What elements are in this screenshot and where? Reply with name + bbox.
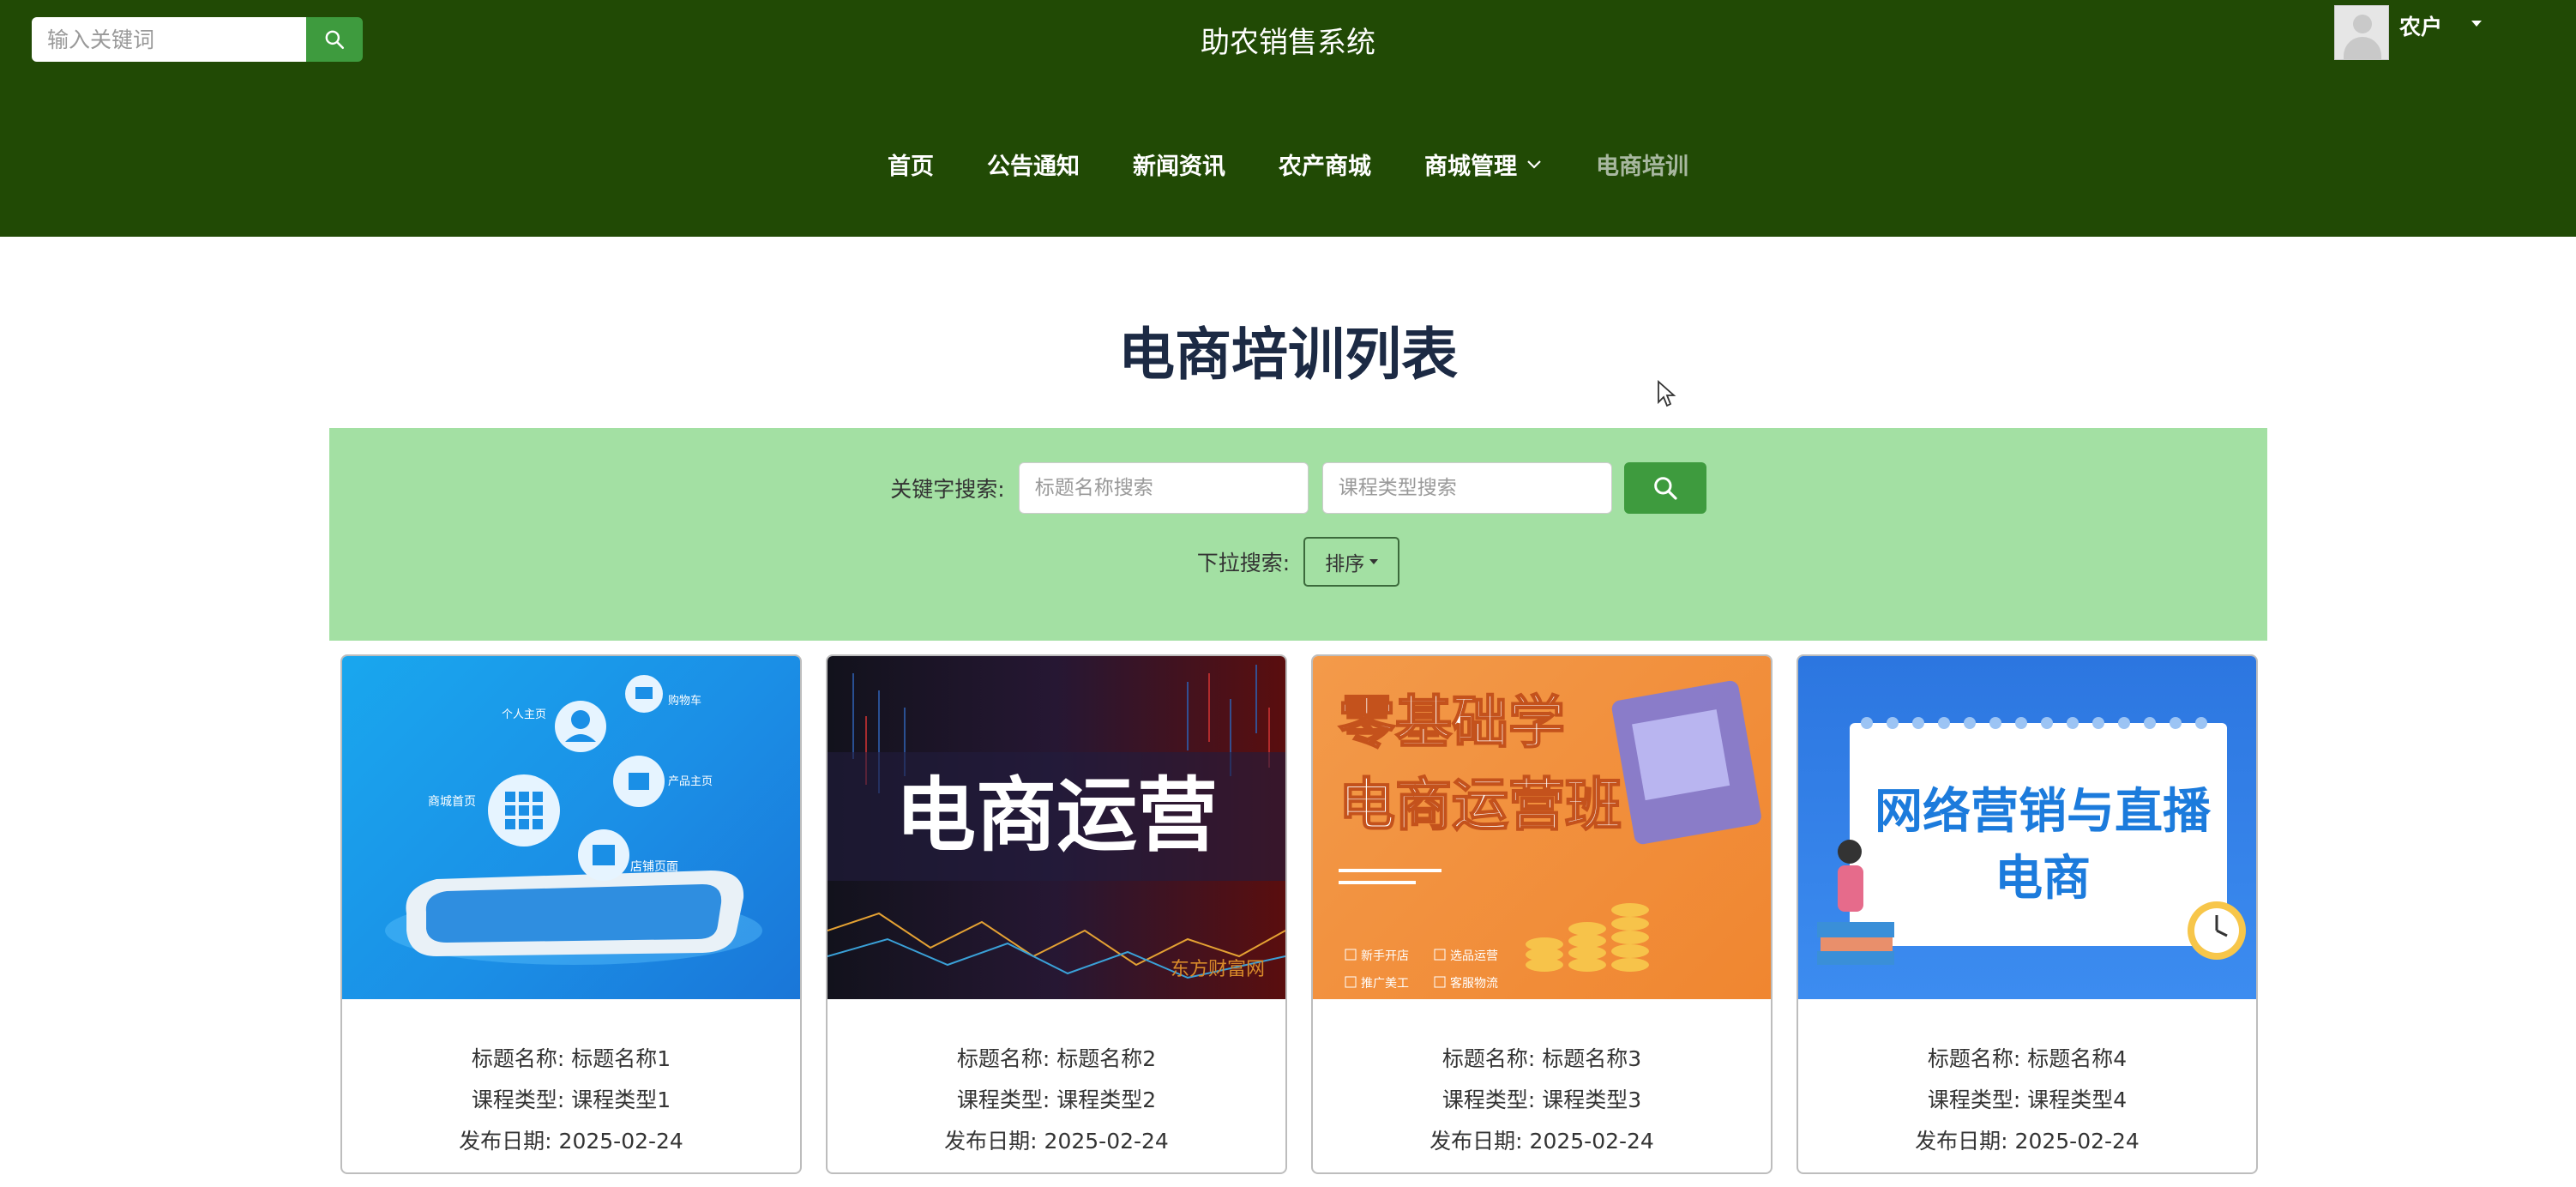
training-card-image[interactable]: 个人主页 购物车 商城首页 产品主页 店铺页面 xyxy=(342,656,800,999)
zero-basics-course-banner: 零基础学 电商运营班 新手开店 选品运营 推广美工 客服物流 xyxy=(1338,680,1761,991)
card-type-row: 课程类型: 课程类型3 xyxy=(1313,1080,1771,1121)
top-header: 助农销售系统 农户 首页 公告通知 新闻资讯 农产商城 商城管理 电商培训 xyxy=(0,0,2576,237)
card-title-row: 标题名称: 标题名称2 xyxy=(828,1039,1285,1080)
training-card-image[interactable]: 电商运营 东方财富网 xyxy=(828,656,1285,999)
card-date-row: 发布日期: 2025-02-24 xyxy=(1798,1121,2256,1162)
image-text: 零基础学 xyxy=(1339,690,1565,756)
nav-item-notices[interactable]: 公告通知 xyxy=(987,148,1080,181)
image-text: 产品主页 xyxy=(668,775,713,788)
image-text: 商城首页 xyxy=(428,795,476,809)
card-title-row: 标题名称: 标题名称1 xyxy=(342,1039,800,1080)
card-title-label: 标题名称: xyxy=(1441,1046,1536,1071)
training-card-info: 标题名称: 标题名称1 课程类型: 课程类型1 发布日期: 2025-02-24 xyxy=(342,999,800,1162)
card-title: 标题名称1 xyxy=(571,1046,671,1071)
nav-item-mall[interactable]: 农产商城 xyxy=(1279,148,1371,181)
card-title-label: 标题名称: xyxy=(471,1046,565,1071)
card-type: 课程类型1 xyxy=(571,1088,671,1112)
card-type-row: 课程类型: 课程类型4 xyxy=(1798,1080,2256,1121)
training-card-info: 标题名称: 标题名称2 课程类型: 课程类型2 发布日期: 2025-02-24 xyxy=(828,999,1285,1162)
card-date-label: 发布日期: xyxy=(1915,1129,2008,1154)
training-card[interactable]: 网络营销与直播 电商 标题名称: 标题名称4 课程类型: 课程类型4 发布日期:… xyxy=(1797,654,2258,1174)
training-card-image[interactable]: 零基础学 电商运营班 新手开店 选品运营 推广美工 客服物流 xyxy=(1313,656,1771,999)
training-card[interactable]: 电商运营 东方财富网 标题名称: 标题名称2 课程类型: 课程类型2 发布日期:… xyxy=(826,654,1287,1174)
card-date: 2025-02-24 xyxy=(1529,1129,1654,1154)
nav-item-ecommerce-training[interactable]: 电商培训 xyxy=(1596,148,1688,181)
image-text: 电商 xyxy=(1995,851,2091,907)
card-type: 课程类型3 xyxy=(1542,1088,1642,1112)
nav-item-mall-management[interactable]: 商城管理 xyxy=(1424,148,1543,181)
card-date-label: 发布日期: xyxy=(459,1129,552,1154)
training-card[interactable]: 个人主页 购物车 商城首页 产品主页 店铺页面 标题名称: 标题名称1 课程类型… xyxy=(340,654,802,1174)
ecommerce-operations-banner: 电商运营 东方财富网 xyxy=(828,665,1285,980)
card-date-row: 发布日期: 2025-02-24 xyxy=(828,1121,1285,1162)
card-date-row: 发布日期: 2025-02-24 xyxy=(342,1121,800,1162)
mouse-cursor-icon xyxy=(1658,380,1676,407)
image-text: 推广美工 xyxy=(1361,977,1409,991)
search-filter-panel: 关键字搜索: 下拉搜索: 排序 xyxy=(329,428,2267,641)
user-menu[interactable]: 农户 xyxy=(2334,5,2483,60)
image-text: 电商运营班 xyxy=(1339,772,1622,838)
card-type-label: 课程类型: xyxy=(1927,1088,2021,1112)
card-date: 2025-02-24 xyxy=(2014,1129,2140,1154)
training-card-info: 标题名称: 标题名称3 课程类型: 课程类型3 发布日期: 2025-02-24 xyxy=(1313,999,1771,1162)
sort-label: 排序 xyxy=(1325,553,1365,575)
avatar[interactable] xyxy=(2334,5,2389,60)
filter-search-button[interactable] xyxy=(1623,462,1706,514)
chevron-down-icon xyxy=(1527,160,1541,169)
course-type-search-input[interactable] xyxy=(1321,462,1612,514)
card-title: 标题名称2 xyxy=(1056,1046,1157,1071)
training-card-list: 个人主页 购物车 商城首页 产品主页 店铺页面 标题名称: 标题名称1 课程类型… xyxy=(340,654,2258,1174)
training-card-image[interactable]: 网络营销与直播 电商 xyxy=(1798,656,2256,999)
image-text: 网络营销与直播 xyxy=(1875,784,2212,840)
dropdown-search-label: 下拉搜索: xyxy=(1196,551,1291,575)
page-title: 电商培训列表 xyxy=(1118,322,1458,388)
card-date: 2025-02-24 xyxy=(1044,1129,1169,1154)
card-date-row: 发布日期: 2025-02-24 xyxy=(1313,1121,1771,1162)
caret-down-icon[interactable] xyxy=(2471,21,2483,27)
card-type: 课程类型4 xyxy=(2027,1088,2128,1112)
training-card-info: 标题名称: 标题名称4 课程类型: 课程类型4 发布日期: 2025-02-24 xyxy=(1798,999,2256,1162)
card-type-row: 课程类型: 课程类型2 xyxy=(828,1080,1285,1121)
nav-item-mall-management-label: 商城管理 xyxy=(1424,154,1517,180)
image-text: 店铺页面 xyxy=(630,860,678,874)
image-text: 电商运营 xyxy=(895,769,1218,863)
keyword-search-label: 关键字搜索: xyxy=(890,477,1005,502)
card-date-label: 发布日期: xyxy=(1429,1129,1523,1154)
card-type: 课程类型2 xyxy=(1056,1088,1157,1112)
card-title-label: 标题名称: xyxy=(956,1046,1050,1071)
image-text: 新手开店 xyxy=(1361,949,1409,963)
main-nav: 首页 公告通知 新闻资讯 农产商城 商城管理 电商培训 xyxy=(0,148,2576,181)
card-title-row: 标题名称: 标题名称3 xyxy=(1313,1039,1771,1080)
search-icon xyxy=(1653,477,1677,500)
card-type-label: 课程类型: xyxy=(956,1088,1050,1112)
image-text: 个人主页 xyxy=(502,708,546,721)
image-text: 东方财富网 xyxy=(1171,959,1265,980)
card-title-row: 标题名称: 标题名称4 xyxy=(1798,1039,2256,1080)
sort-dropdown-button[interactable]: 排序 xyxy=(1303,537,1400,587)
card-type-label: 课程类型: xyxy=(471,1088,565,1112)
keyword-search-row: 关键字搜索: xyxy=(329,462,2267,514)
card-date-label: 发布日期: xyxy=(944,1129,1038,1154)
card-date: 2025-02-24 xyxy=(558,1129,683,1154)
image-text: 客服物流 xyxy=(1450,976,1498,991)
training-card[interactable]: 零基础学 电商运营班 新手开店 选品运营 推广美工 客服物流 标题名称: 标题名… xyxy=(1311,654,1773,1174)
title-search-input[interactable] xyxy=(1018,462,1309,514)
card-title: 标题名称3 xyxy=(1542,1046,1642,1071)
image-text: 购物车 xyxy=(668,694,701,708)
marketing-livestream-banner: 网络营销与直播 电商 xyxy=(1817,717,2246,965)
card-type-label: 课程类型: xyxy=(1441,1088,1536,1112)
card-type-row: 课程类型: 课程类型1 xyxy=(342,1080,800,1121)
user-name[interactable]: 农户 xyxy=(2399,10,2442,41)
mobile-shop-illustration: 个人主页 购物车 商城首页 产品主页 店铺页面 xyxy=(385,675,762,965)
card-title-label: 标题名称: xyxy=(1927,1046,2021,1071)
site-title: 助农销售系统 xyxy=(1201,26,1375,60)
image-text: 选品运营 xyxy=(1450,949,1498,963)
card-title: 标题名称4 xyxy=(2027,1046,2128,1071)
caret-down-icon xyxy=(1369,559,1379,564)
nav-item-home[interactable]: 首页 xyxy=(888,148,934,181)
dropdown-search-row: 下拉搜索: 排序 xyxy=(329,537,2267,587)
nav-item-news[interactable]: 新闻资讯 xyxy=(1133,148,1225,181)
